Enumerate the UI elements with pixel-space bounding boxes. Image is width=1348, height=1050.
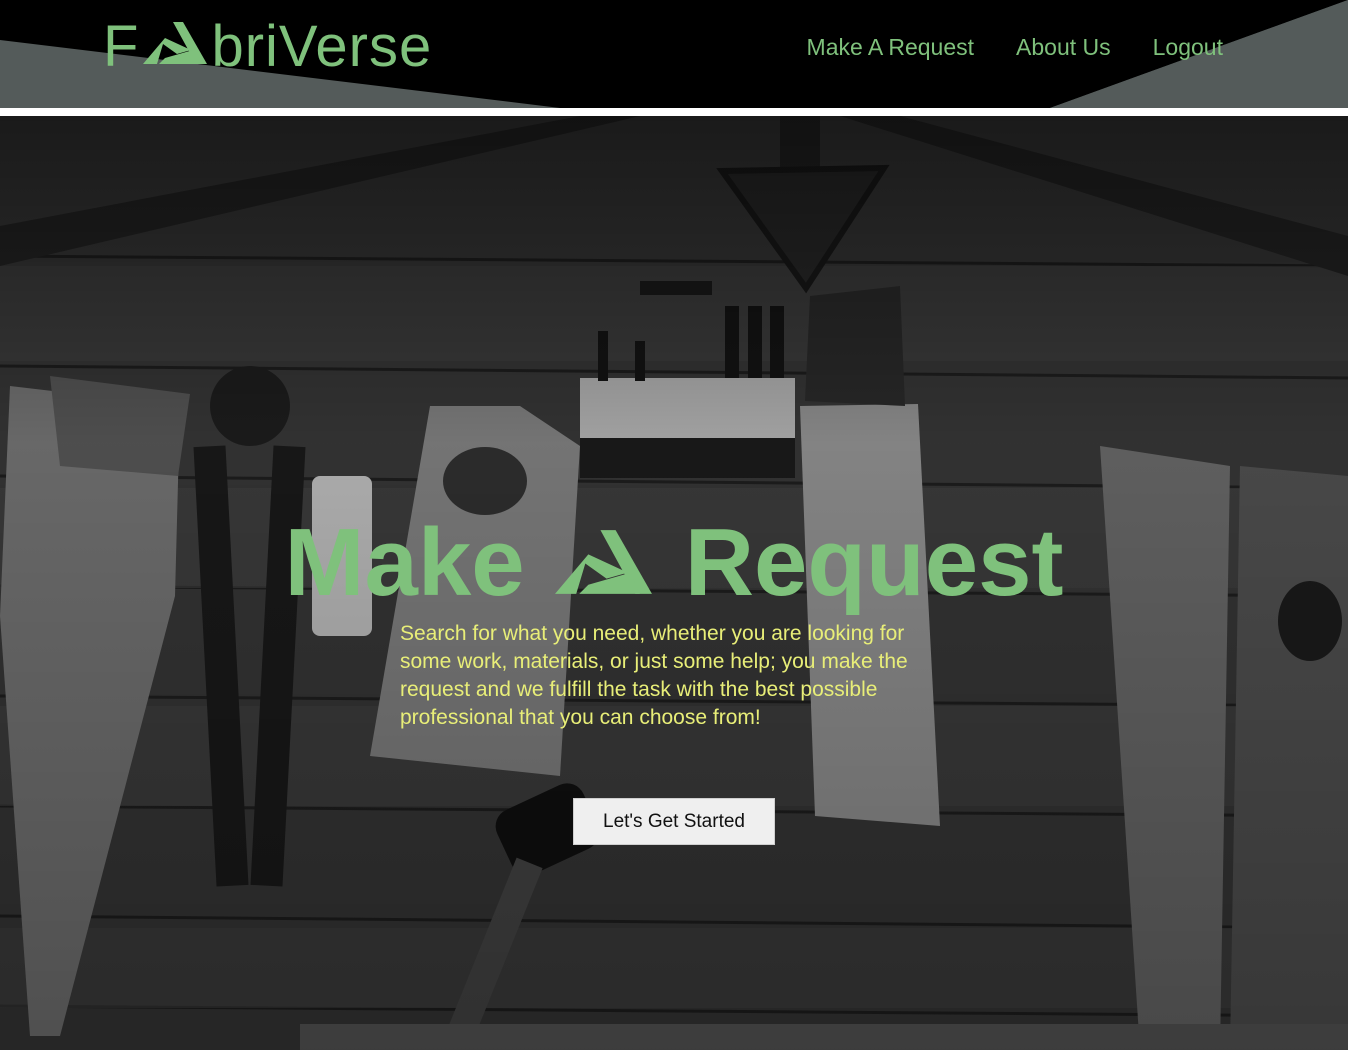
nav-make-a-request[interactable]: Make A Request xyxy=(807,30,975,64)
logo-text-start: F xyxy=(103,14,140,79)
get-started-button[interactable]: Let's Get Started xyxy=(573,798,775,845)
hero-title-make: Make xyxy=(284,509,525,616)
nav-about-us[interactable]: About Us xyxy=(1016,30,1111,64)
hero-description: Search for what you need, whether you ar… xyxy=(400,622,908,729)
header-divider xyxy=(0,108,1348,116)
nav-logout[interactable]: Logout xyxy=(1153,30,1223,64)
site-header: F briVerse Make A Request About Us Logou… xyxy=(0,0,1348,108)
brand-logo[interactable]: F briVerse xyxy=(103,14,432,80)
fabriverse-a-logo-icon xyxy=(143,14,209,80)
main-nav: Make A Request About Us Logout xyxy=(807,30,1223,64)
fabriverse-a-logo-icon xyxy=(554,510,655,620)
hero-section: Make Request Search for what you need, w… xyxy=(0,116,1348,1050)
hero-title: Make Request xyxy=(0,506,1348,620)
logo-text-end: briVerse xyxy=(211,14,433,79)
hero-title-request: Request xyxy=(684,509,1064,616)
